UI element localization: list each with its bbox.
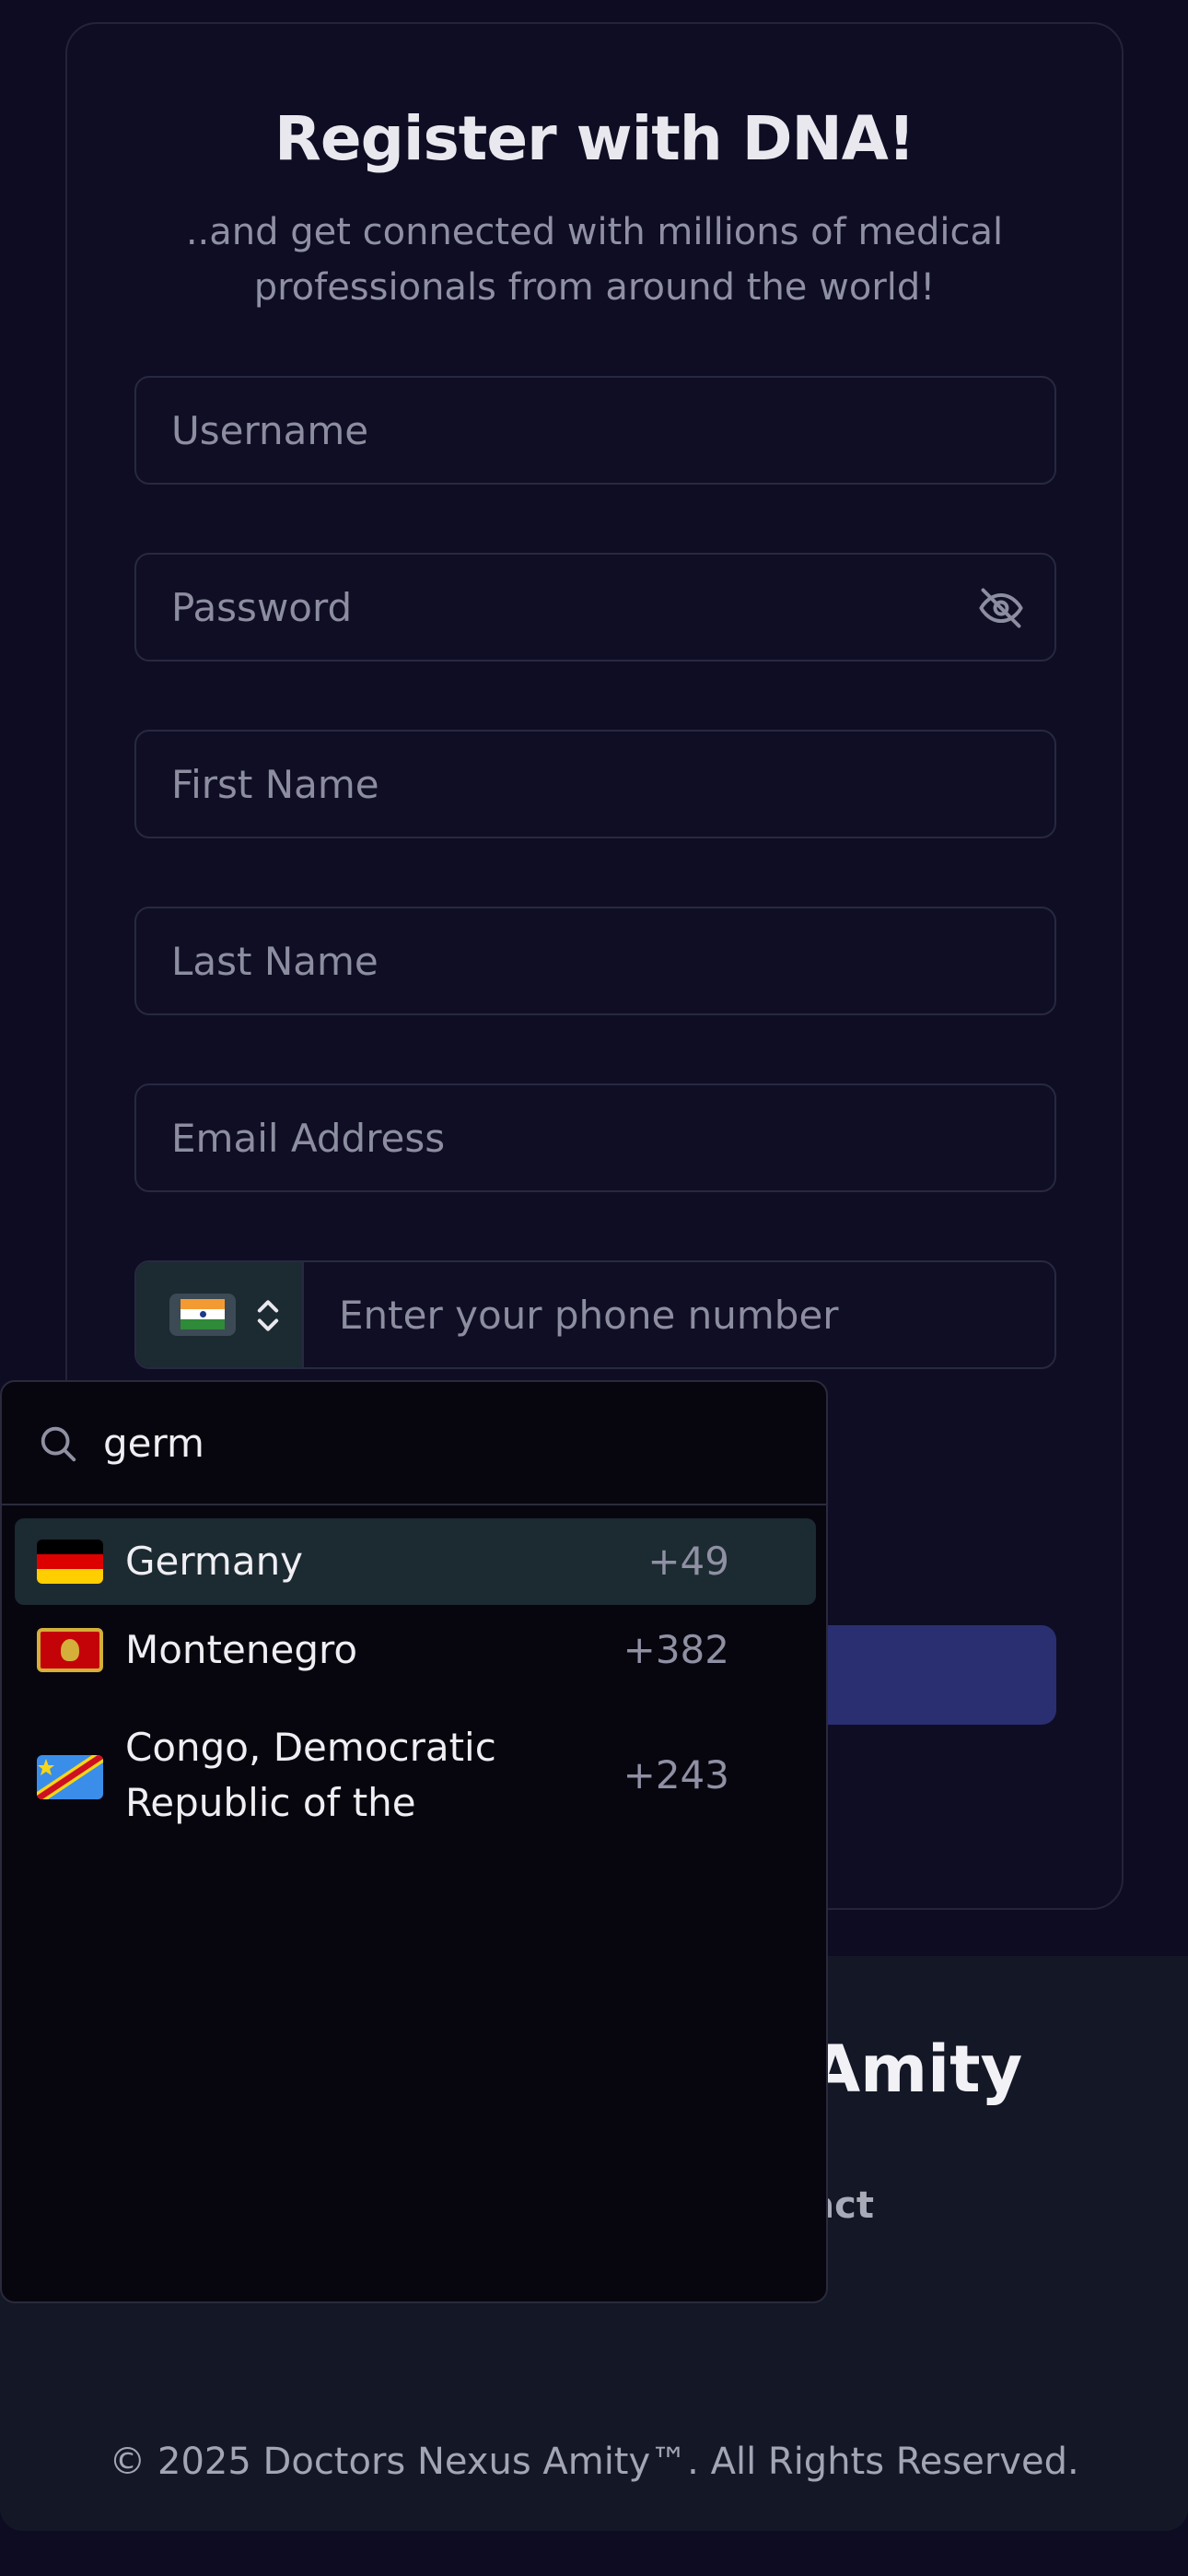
country-option-congo-dr[interactable]: Congo, Democratic Republic of the +243 xyxy=(15,1706,816,1844)
country-selector[interactable] xyxy=(136,1262,304,1367)
germany-flag-icon xyxy=(37,1540,103,1584)
page-subtitle: ..and get connected with millions of med… xyxy=(185,211,1004,309)
country-search-input[interactable] xyxy=(101,1382,801,1504)
congo-flag-icon xyxy=(37,1755,103,1799)
search-icon xyxy=(41,1426,76,1462)
country-option-name: Germany xyxy=(125,1539,304,1584)
country-option-germany[interactable]: Germany +49 xyxy=(15,1518,816,1605)
copyright-text: © 2025 Doctors Nexus Amity™. All Rights … xyxy=(109,2441,1079,2483)
country-dropdown[interactable]: Germany +49 Montenegro +382 Congo, Democ… xyxy=(0,1380,828,2303)
password-input[interactable] xyxy=(136,555,1054,660)
country-option-montenegro[interactable]: Montenegro +382 xyxy=(15,1607,816,1693)
country-option-code: +382 xyxy=(623,1627,729,1672)
last-name-field[interactable] xyxy=(134,907,1056,1015)
montenegro-flag-icon xyxy=(37,1628,103,1672)
last-name-input[interactable] xyxy=(136,908,1054,1013)
username-input[interactable] xyxy=(136,378,1054,483)
password-field[interactable] xyxy=(134,553,1056,662)
country-search[interactable] xyxy=(2,1382,826,1505)
email-input[interactable] xyxy=(136,1085,1054,1190)
country-option-code: +49 xyxy=(647,1539,729,1584)
footer-brand: Amity xyxy=(810,2032,1023,2107)
first-name-field[interactable] xyxy=(134,730,1056,838)
eye-off-icon[interactable] xyxy=(977,584,1025,632)
first-name-input[interactable] xyxy=(136,732,1054,837)
phone-input[interactable] xyxy=(304,1262,1054,1367)
india-flag-icon xyxy=(169,1294,236,1336)
country-option-code: +243 xyxy=(623,1752,729,1797)
country-option-name: Congo, Democratic Republic of the xyxy=(125,1725,496,1825)
username-field[interactable] xyxy=(134,376,1056,485)
country-option-name: Montenegro xyxy=(125,1627,358,1672)
page-title: Register with DNA! xyxy=(274,103,915,174)
phone-field[interactable] xyxy=(134,1260,1056,1369)
email-field[interactable] xyxy=(134,1083,1056,1192)
chevron-updown-icon xyxy=(257,1300,279,1331)
